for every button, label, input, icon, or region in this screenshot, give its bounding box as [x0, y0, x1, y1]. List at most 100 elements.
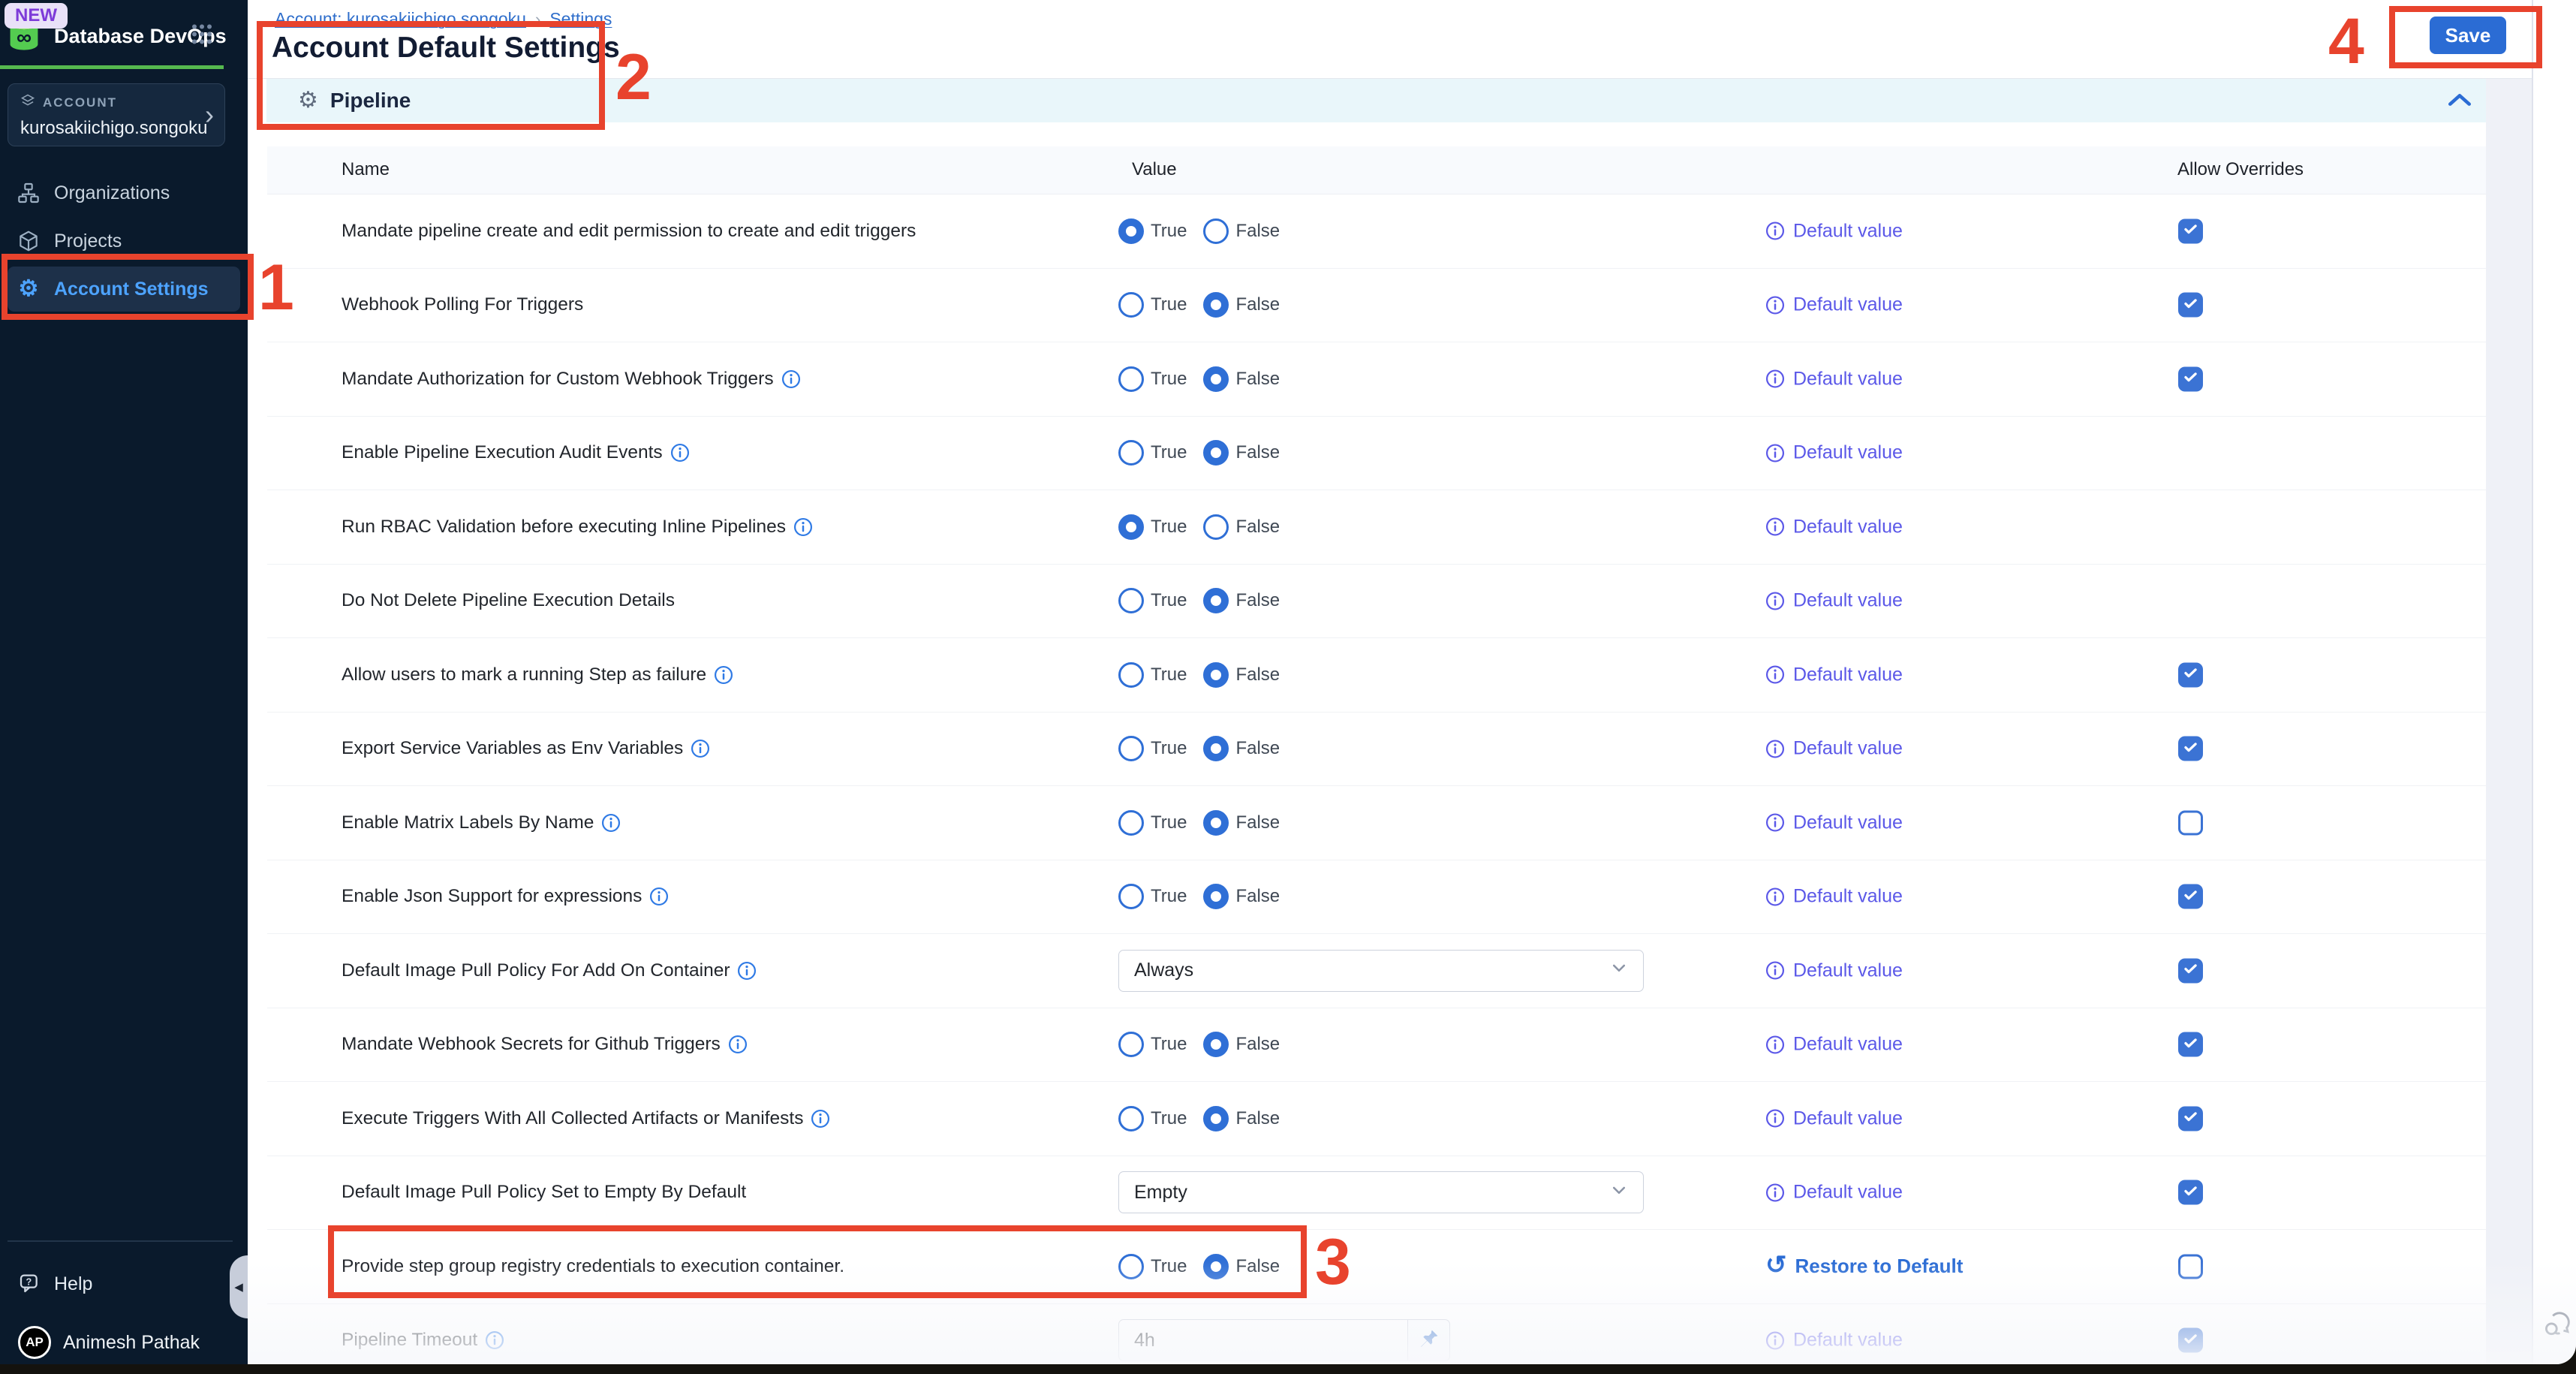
- default-value-link[interactable]: Default value: [1765, 590, 1903, 612]
- allow-overrides-checkbox-checked[interactable]: [2178, 293, 2203, 318]
- radio-label[interactable]: True: [1151, 221, 1187, 242]
- info-icon[interactable]: [601, 813, 621, 833]
- default-value-link[interactable]: Default value: [1765, 1330, 1903, 1351]
- radio-label[interactable]: True: [1151, 294, 1187, 315]
- radio-true[interactable]: [1118, 884, 1144, 909]
- default-value-link[interactable]: Default value: [1765, 220, 1903, 242]
- radio-label[interactable]: False: [1235, 1108, 1280, 1129]
- default-value-link[interactable]: Default value: [1765, 960, 1903, 981]
- radio-true-selected[interactable]: [1118, 514, 1144, 540]
- radio-false-selected[interactable]: [1203, 588, 1229, 613]
- info-icon[interactable]: [670, 443, 690, 463]
- radio-true-selected[interactable]: [1118, 218, 1144, 244]
- info-icon[interactable]: [714, 665, 733, 685]
- radio-true[interactable]: [1118, 440, 1144, 466]
- radio-label[interactable]: False: [1235, 886, 1280, 907]
- default-value-link[interactable]: Default value: [1765, 442, 1903, 464]
- allow-overrides-checkbox-checked[interactable]: [2178, 884, 2203, 909]
- module-switcher-grid-icon[interactable]: [191, 23, 213, 50]
- restore-to-default-link[interactable]: ↺Restore to Default: [1765, 1254, 1963, 1279]
- radio-label[interactable]: True: [1151, 369, 1187, 390]
- info-icon[interactable]: [811, 1109, 830, 1128]
- info-icon[interactable]: [793, 517, 813, 537]
- allow-overrides-checkbox-checked[interactable]: [2178, 737, 2203, 761]
- radio-label[interactable]: False: [1235, 369, 1280, 390]
- radio-label[interactable]: False: [1235, 1034, 1280, 1055]
- radio-true[interactable]: [1118, 588, 1144, 613]
- radio-label[interactable]: False: [1235, 221, 1280, 242]
- default-value-link[interactable]: Default value: [1765, 738, 1903, 760]
- radio-label[interactable]: True: [1151, 812, 1187, 833]
- allow-overrides-checkbox-unchecked[interactable]: [2178, 1254, 2203, 1279]
- radio-label[interactable]: False: [1235, 738, 1280, 759]
- radio-false-selected[interactable]: [1203, 440, 1229, 466]
- radio-label[interactable]: True: [1151, 442, 1187, 463]
- sidebar-collapse-handle[interactable]: ◀: [230, 1255, 248, 1318]
- radio-true[interactable]: [1118, 662, 1144, 688]
- default-value-link[interactable]: Default value: [1765, 812, 1903, 833]
- sidebar-item-help[interactable]: ? Help: [18, 1272, 92, 1296]
- radio-label[interactable]: True: [1151, 1108, 1187, 1129]
- value-dropdown[interactable]: Empty: [1118, 1171, 1644, 1213]
- allow-overrides-checkbox-unchecked[interactable]: [2178, 810, 2203, 835]
- radio-label[interactable]: False: [1235, 812, 1280, 833]
- radio-true[interactable]: [1118, 1032, 1144, 1057]
- value-dropdown[interactable]: Always: [1118, 950, 1644, 992]
- default-value-link[interactable]: Default value: [1765, 1107, 1903, 1129]
- radio-label[interactable]: True: [1151, 664, 1187, 685]
- sidebar-user[interactable]: AP Animesh Pathak: [18, 1326, 200, 1359]
- allow-overrides-checkbox-checked[interactable]: [2178, 366, 2203, 391]
- default-value-link[interactable]: Default value: [1765, 294, 1903, 316]
- info-icon[interactable]: [781, 369, 801, 389]
- info-icon[interactable]: [649, 887, 669, 906]
- allow-overrides-checkbox-checked[interactable]: [2178, 1032, 2203, 1057]
- info-icon[interactable]: [737, 961, 757, 981]
- radio-true[interactable]: [1118, 292, 1144, 318]
- allow-overrides-checkbox-checked[interactable]: [2178, 1106, 2203, 1131]
- default-value-link[interactable]: Default value: [1765, 664, 1903, 685]
- default-value-link[interactable]: Default value: [1765, 1034, 1903, 1056]
- default-value-link[interactable]: Default value: [1765, 886, 1903, 908]
- radio-label[interactable]: False: [1235, 442, 1280, 463]
- radio-true[interactable]: [1118, 1106, 1144, 1131]
- account-scope-card[interactable]: ACCOUNT kurosakiichigo.songoku ›: [8, 83, 225, 146]
- radio-label[interactable]: False: [1235, 294, 1280, 315]
- radio-false-selected[interactable]: [1203, 884, 1229, 909]
- radio-false-selected[interactable]: [1203, 736, 1229, 761]
- radio-label[interactable]: True: [1151, 738, 1187, 759]
- default-value-link[interactable]: Default value: [1765, 368, 1903, 390]
- radio-false-selected[interactable]: [1203, 810, 1229, 836]
- radio-false-selected[interactable]: [1203, 1032, 1229, 1057]
- allow-overrides-checkbox-checked[interactable]: [2178, 1180, 2203, 1205]
- timeout-input[interactable]: 4h: [1118, 1319, 1408, 1361]
- radio-label[interactable]: False: [1235, 517, 1280, 538]
- info-icon[interactable]: [691, 739, 710, 758]
- radio-false[interactable]: [1203, 514, 1229, 540]
- info-icon[interactable]: [485, 1330, 504, 1350]
- radio-label[interactable]: False: [1235, 664, 1280, 685]
- radio-false-selected[interactable]: [1203, 662, 1229, 688]
- allow-overrides-checkbox-checked[interactable]: [2178, 958, 2203, 983]
- default-value-link[interactable]: Default value: [1765, 1182, 1903, 1204]
- allow-overrides-checkbox-checked[interactable]: [2178, 218, 2203, 243]
- radio-true[interactable]: [1118, 366, 1144, 392]
- radio-label[interactable]: True: [1151, 517, 1187, 538]
- radio-false-selected[interactable]: [1203, 1106, 1229, 1131]
- radio-false-selected[interactable]: [1203, 292, 1229, 318]
- radio-true[interactable]: [1118, 810, 1144, 836]
- allow-overrides-checkbox-checked[interactable]: [2178, 662, 2203, 687]
- sidebar-item-organizations[interactable]: Organizations: [0, 169, 248, 217]
- radio-false-selected[interactable]: [1203, 366, 1229, 392]
- radio-label[interactable]: True: [1151, 1034, 1187, 1055]
- radio-false[interactable]: [1203, 218, 1229, 244]
- collapse-section-chevron-up-icon[interactable]: [2447, 90, 2472, 113]
- info-icon[interactable]: [728, 1035, 748, 1054]
- radio-label[interactable]: True: [1151, 886, 1187, 907]
- radio-true[interactable]: [1118, 736, 1144, 761]
- pin-button[interactable]: [1408, 1319, 1450, 1361]
- feedback-chat-bubbles-icon[interactable]: [2540, 1308, 2574, 1346]
- default-value-link[interactable]: Default value: [1765, 516, 1903, 538]
- radio-label[interactable]: False: [1235, 590, 1280, 611]
- allow-overrides-checkbox-checked[interactable]: [2178, 1328, 2203, 1353]
- radio-label[interactable]: True: [1151, 590, 1187, 611]
